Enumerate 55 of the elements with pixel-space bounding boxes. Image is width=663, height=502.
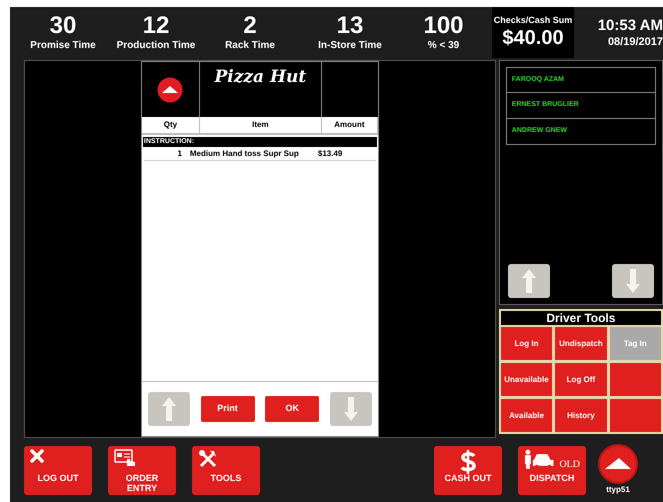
stat-value: 2 [243,13,257,39]
action-button[interactable]: Print [200,396,255,422]
action-button[interactable]: OK [265,396,320,422]
column-header: Amount [322,117,378,133]
blank-button[interactable] [610,363,661,396]
stat-label: Promise Time [30,39,96,52]
nav-button[interactable]: LOG OUT [24,446,92,494]
up-arrow-icon [522,269,536,293]
tool-button[interactable]: Undispatch [555,327,607,360]
tool-button[interactable]: Log Off [555,363,607,396]
qty-cell-text: 1 [176,148,182,160]
tool-button[interactable]: Unavailable [500,363,552,396]
column-header: Item [200,117,322,133]
sum-label: Checks/Cash Sum [494,15,572,26]
down-arrow-icon [626,269,640,293]
clock-date: 08/19/2017 [608,34,663,48]
nav-button[interactable]: CASH OUT [434,446,502,494]
logo-icon [157,76,184,102]
tool-button[interactable]: Available [500,399,552,432]
tools-icon [198,448,218,468]
blank-button[interactable] [610,399,661,432]
down-arrow-icon [344,397,358,421]
tool-button[interactable]: History [555,399,607,432]
stat-label: In-Store Time [318,39,382,52]
item-cell-text: Medium Hand toss Supr Sup [190,148,300,160]
driver-car-icon [524,448,556,468]
amount-cell: $13.49 [318,148,342,160]
logo-icon [598,444,638,484]
button-label: DISPATCH [528,472,576,482]
button-tag: OLD [559,456,580,472]
button-label: LOG OUT [36,472,80,482]
terminal-name: ttyp51 [606,484,630,496]
nav-button[interactable]: ORDER ENTRY [108,446,176,494]
stat-value: 12 [142,13,170,39]
panel-title: Driver Tools [500,311,661,325]
nav-button[interactable]: TOOLS [192,446,260,494]
stat-value: 100 [423,13,464,39]
close-icon [30,448,44,462]
card-icon [114,448,136,466]
button-label: CASH OUT [444,472,492,482]
tool-button[interactable]: Log In [500,327,552,360]
stat-value: 30 [50,13,76,39]
brand-name: Pizza Hut [214,66,306,88]
stat-value: 13 [336,13,364,39]
stat-label: Rack Time [225,39,275,52]
sum-value: $40.00 [502,26,564,50]
button-label: TOOLS [210,472,242,482]
clock-time: 10:53 AM [598,16,663,34]
button-label: ORDER ENTRY [124,472,160,492]
stat-label: Production Time [116,39,196,52]
stat-label: % < 39 [428,39,460,52]
dollar-icon [460,448,476,474]
nav-button[interactable]: OLD DISPATCH [518,446,586,494]
column-header: Qty [142,117,200,133]
up-arrow-icon [162,397,176,421]
